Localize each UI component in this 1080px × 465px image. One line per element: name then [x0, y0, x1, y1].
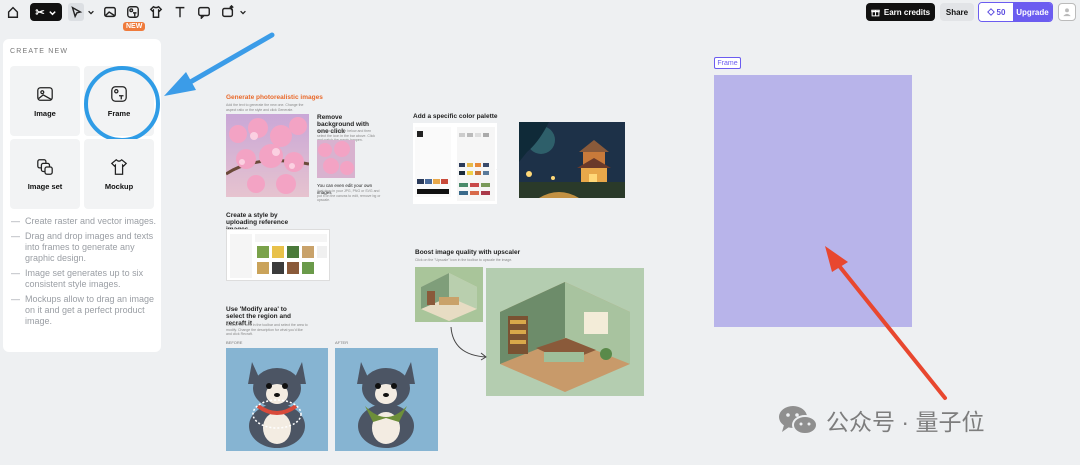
comment-icon[interactable] [196, 3, 212, 21]
earn-credits-label: Earn credits [883, 7, 931, 17]
share-button[interactable]: Share [940, 3, 974, 21]
user-avatar[interactable] [1058, 3, 1076, 21]
text-tool-icon[interactable] [172, 3, 188, 21]
image-icon [37, 86, 53, 101]
diamond-icon [986, 8, 995, 16]
frame-tool-icon[interactable] [125, 3, 141, 21]
upload-icon[interactable] [220, 3, 236, 21]
credits-counter[interactable]: 50 [979, 3, 1013, 21]
image-set-icon [37, 158, 53, 175]
create-new-panel: CREATE NEW Image Frame Image set Mockup … [3, 39, 161, 352]
tip-item: Drag and drop images and texts into fram… [11, 231, 157, 264]
frame-label[interactable]: Frame [714, 57, 741, 69]
tip-item: Mockups allow to drag an image on it and… [11, 294, 157, 327]
tips-list: Create raster and vector images. Drag an… [11, 216, 157, 331]
photo-heading: Generate photorealistic images [226, 94, 323, 101]
tshirt-icon [110, 158, 128, 175]
canvas-frame[interactable] [714, 75, 912, 327]
panel-title: CREATE NEW [10, 48, 69, 55]
credits-upgrade-group: 50 Upgrade [978, 2, 1053, 22]
mockup-tool-icon[interactable] [148, 3, 164, 21]
cherry-blossom-image[interactable] [225, 114, 310, 197]
new-badge: NEW [123, 22, 146, 31]
photo-sub: Add the text to generate the new one. Ch… [226, 103, 304, 112]
fantasy-temple-image[interactable] [519, 122, 625, 198]
image-tool-icon[interactable] [102, 3, 118, 21]
room-small-image[interactable] [415, 267, 483, 322]
credits-count: 50 [996, 7, 1006, 17]
top-toolbar: ✂ NEW Earn credits Share 50 Upgrade [0, 0, 1080, 31]
card-label: Image set [27, 181, 63, 191]
style-reference-thumbnail[interactable] [226, 229, 330, 281]
logo-button[interactable]: ✂ [30, 3, 62, 21]
upscale-heading: Boost image quality with upscaler [415, 249, 521, 256]
chevron-down-icon[interactable] [86, 3, 95, 21]
dog-before-image[interactable] [226, 348, 328, 451]
create-image-card[interactable]: Image [10, 66, 80, 136]
gift-icon [871, 9, 880, 16]
upscale-sub: Click on the "Upscale" icon in the toolb… [415, 258, 513, 262]
modify-sub: Choose the area in the toolbar and selec… [226, 323, 308, 336]
palette-heading: Add a specific color palette [413, 113, 498, 120]
home-icon[interactable] [5, 3, 21, 21]
upgrade-button[interactable]: Upgrade [1013, 3, 1052, 21]
upscale-connector-arrow [448, 325, 490, 361]
frame-highlight-circle [84, 66, 160, 142]
create-mockup-card[interactable]: Mockup [84, 139, 154, 209]
edit-own-sub: Just drop in your JPG, PNG or SVG and pu… [317, 189, 381, 202]
earn-credits-button[interactable]: Earn credits [866, 3, 935, 21]
wechat-icon [779, 406, 818, 435]
blue-arrow [164, 32, 275, 96]
select-cursor-icon[interactable] [68, 3, 84, 21]
tip-item: Image set generates up to six consistent… [11, 268, 157, 290]
room-upscaled-image[interactable] [486, 268, 644, 396]
user-icon [1063, 8, 1071, 17]
watermark: 公众号 · 量子位 [776, 402, 984, 438]
small-blossom-image[interactable] [317, 140, 355, 178]
after-label: AFTER [335, 340, 349, 345]
chevron-down-icon[interactable] [238, 3, 247, 21]
card-label: Image [34, 108, 56, 118]
chevron-down-icon [48, 10, 56, 15]
card-label: Mockup [104, 181, 134, 191]
before-label: BEFORE [226, 340, 243, 345]
create-image-set-card[interactable]: Image set [10, 139, 80, 209]
palette-panel-thumbnail[interactable] [413, 123, 520, 204]
tip-item: Create raster and vector images. [11, 216, 157, 227]
dog-after-image[interactable] [335, 348, 438, 451]
logo-icon: ✂ [35, 6, 45, 19]
watermark-text: 公众号 · 量子位 [826, 409, 985, 435]
